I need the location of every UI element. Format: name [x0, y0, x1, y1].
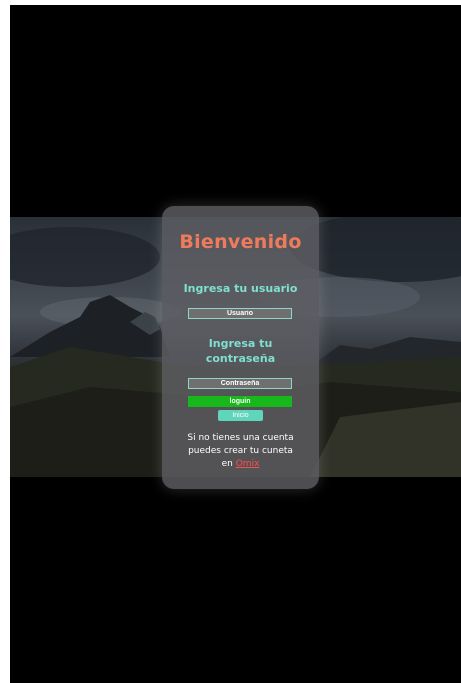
register-note-prefix: en	[221, 459, 233, 469]
login-button[interactable]: loguin	[188, 396, 292, 407]
username-label: Ingresa tu usuario	[183, 282, 298, 295]
page-viewport: Bienvenido Ingresa tu usuario Ingresa tu…	[10, 5, 461, 683]
login-card: Bienvenido Ingresa tu usuario Ingresa tu…	[162, 206, 319, 489]
password-label-line2: contraseña	[205, 352, 276, 365]
password-label-line1: Ingresa tu	[208, 337, 273, 350]
home-button[interactable]: Inicio	[218, 410, 263, 421]
password-label: Ingresa tu contraseña	[162, 336, 319, 366]
password-input[interactable]	[188, 378, 292, 389]
register-link[interactable]: Omix	[236, 459, 260, 469]
welcome-title: Bienvenido	[179, 231, 302, 253]
username-input[interactable]	[188, 308, 292, 319]
register-note: Si no tienes una cuenta puedes crear tu …	[170, 432, 311, 471]
register-note-line1: Si no tienes una cuenta	[187, 433, 294, 443]
register-note-line2: puedes crear tu cuneta	[188, 446, 293, 456]
